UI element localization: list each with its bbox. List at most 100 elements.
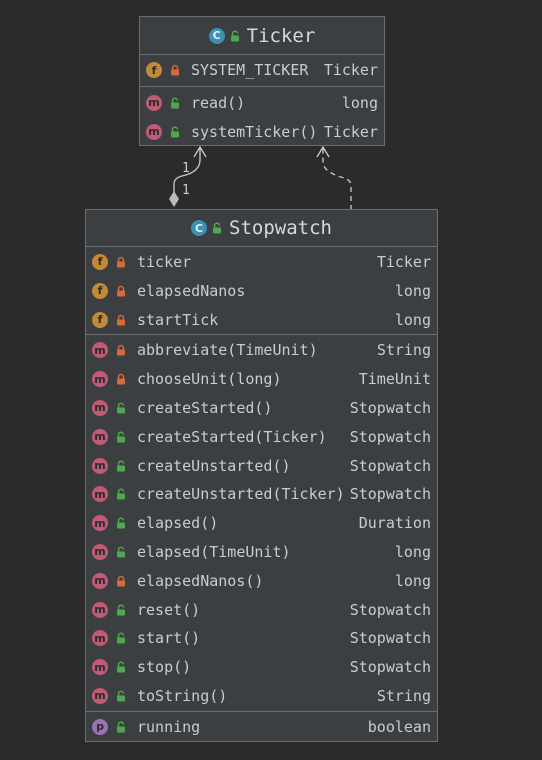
multiplicity-bottom: 1 bbox=[182, 183, 190, 198]
method-icon: m bbox=[92, 371, 108, 388]
public-lock-icon bbox=[115, 431, 127, 443]
member-name: elapsed() bbox=[137, 514, 219, 533]
member-name: elapsedNanos bbox=[137, 281, 246, 300]
member-type: String bbox=[376, 686, 431, 705]
class-icon: C bbox=[191, 220, 208, 236]
public-lock-icon bbox=[115, 517, 127, 529]
method-row[interactable]: m toString() String bbox=[86, 682, 437, 711]
method-row[interactable]: m createStarted(Ticker) Stopwatch bbox=[86, 422, 437, 451]
public-lock-icon bbox=[115, 690, 127, 702]
private-lock-icon bbox=[115, 373, 127, 385]
field-row[interactable]: f ticker Ticker bbox=[86, 247, 437, 276]
public-lock-icon bbox=[169, 126, 181, 138]
method-icon: m bbox=[146, 123, 162, 140]
method-icon: m bbox=[92, 601, 108, 618]
field-row[interactable]: f SYSTEM_TICKER Ticker bbox=[140, 55, 384, 85]
method-row[interactable]: m stop() Stopwatch bbox=[86, 653, 437, 682]
member-type: TimeUnit bbox=[358, 370, 431, 389]
member-name: createUnstarted() bbox=[137, 456, 291, 475]
method-icon: m bbox=[92, 486, 108, 503]
member-type: long bbox=[341, 93, 378, 112]
method-row[interactable]: m chooseUnit(long) TimeUnit bbox=[86, 365, 437, 394]
member-type: long bbox=[394, 310, 431, 329]
public-lock-icon bbox=[229, 30, 241, 42]
member-kind-letter: f bbox=[97, 284, 103, 297]
member-kind-letter: m bbox=[94, 372, 106, 386]
member-type: Ticker bbox=[376, 252, 431, 271]
stopwatch-class-title: Stopwatch bbox=[229, 217, 332, 239]
method-row[interactable]: m read() long bbox=[140, 88, 384, 117]
member-name: chooseUnit(long) bbox=[137, 370, 282, 389]
member-name: createStarted() bbox=[137, 398, 273, 417]
member-name: abbreviate(TimeUnit) bbox=[137, 341, 318, 360]
member-type: Stopwatch bbox=[349, 427, 431, 446]
private-lock-icon bbox=[115, 256, 127, 268]
ticker-fields-section: f SYSTEM_TICKER Ticker bbox=[140, 55, 384, 87]
method-row[interactable]: m elapsedNanos() long bbox=[86, 566, 437, 595]
member-name: toString() bbox=[137, 686, 228, 705]
private-lock-icon bbox=[115, 285, 127, 297]
field-icon: f bbox=[92, 282, 108, 299]
ticker-class-header[interactable]: C Ticker bbox=[140, 17, 384, 55]
member-type: Stopwatch bbox=[349, 658, 431, 677]
method-icon: m bbox=[146, 94, 162, 111]
member-kind-letter: m bbox=[94, 660, 106, 674]
ticker-class-box[interactable]: C Ticker f SYSTEM_TICKER Ticker m read() lon… bbox=[139, 16, 385, 146]
public-lock-icon bbox=[115, 402, 127, 414]
method-row[interactable]: m abbreviate(TimeUnit) String bbox=[86, 336, 437, 365]
method-row[interactable]: m createStarted() Stopwatch bbox=[86, 394, 437, 423]
private-lock-icon bbox=[169, 64, 181, 76]
member-type: Duration bbox=[358, 514, 431, 533]
member-name: createStarted(Ticker) bbox=[137, 427, 327, 446]
property-row[interactable]: p running boolean bbox=[86, 712, 437, 741]
method-row[interactable]: m createUnstarted() Stopwatch bbox=[86, 451, 437, 480]
field-icon: f bbox=[92, 311, 108, 328]
member-type: Stopwatch bbox=[349, 600, 431, 619]
member-name: stop() bbox=[137, 658, 192, 677]
ticker-class-title: Ticker bbox=[246, 24, 316, 47]
member-kind-letter: m bbox=[94, 343, 106, 357]
method-icon: m bbox=[92, 543, 108, 560]
method-row[interactable]: m elapsed(TimeUnit) long bbox=[86, 538, 437, 567]
member-kind-letter: m bbox=[94, 631, 106, 645]
method-row[interactable]: m createUnstarted(Ticker) Stopwatch bbox=[86, 480, 437, 509]
multiplicity-top: 1 bbox=[182, 161, 190, 176]
member-type: Stopwatch bbox=[349, 398, 431, 417]
member-kind-letter: m bbox=[94, 401, 106, 415]
method-row[interactable]: m reset() Stopwatch bbox=[86, 595, 437, 624]
method-icon: m bbox=[92, 515, 108, 532]
member-name: elapsed(TimeUnit) bbox=[137, 542, 291, 561]
member-kind-letter: f bbox=[151, 63, 157, 77]
member-kind-letter: m bbox=[94, 430, 106, 444]
method-row[interactable]: m systemTicker() Ticker bbox=[140, 117, 384, 146]
ticker-methods-section: m read() long m systemTicker() Ticker bbox=[140, 87, 384, 147]
stopwatch-fields-section: f ticker Ticker f elapsedNanos long f startTick… bbox=[86, 247, 437, 335]
method-icon: m bbox=[92, 399, 108, 416]
member-name: running bbox=[137, 717, 201, 736]
member-kind-letter: m bbox=[148, 96, 160, 109]
public-lock-icon bbox=[115, 546, 127, 558]
method-icon: m bbox=[92, 572, 108, 589]
member-name: SYSTEM_TICKER bbox=[191, 61, 309, 79]
method-row[interactable]: m elapsed() Duration bbox=[86, 509, 437, 538]
stopwatch-class-box[interactable]: C Stopwatch f ticker Ticker f elapsedNanos lo… bbox=[85, 209, 438, 742]
member-name: ticker bbox=[137, 252, 192, 271]
member-name: reset() bbox=[137, 600, 201, 619]
member-kind-letter: m bbox=[94, 603, 106, 617]
public-lock-icon bbox=[211, 222, 223, 234]
member-type: long bbox=[394, 542, 431, 561]
method-row[interactable]: m start() Stopwatch bbox=[86, 624, 437, 653]
member-name: startTick bbox=[137, 310, 219, 329]
member-type: String bbox=[376, 341, 431, 360]
member-type: Stopwatch bbox=[349, 456, 431, 475]
stopwatch-methods-section: m abbreviate(TimeUnit) String m chooseUnit(l… bbox=[86, 335, 437, 713]
field-row[interactable]: f startTick long bbox=[86, 305, 437, 334]
member-type: Ticker bbox=[323, 61, 378, 79]
member-type: long bbox=[394, 571, 431, 590]
public-lock-icon bbox=[115, 460, 127, 472]
field-row[interactable]: f elapsedNanos long bbox=[86, 276, 437, 305]
method-icon: m bbox=[92, 687, 108, 704]
method-icon: m bbox=[92, 428, 108, 445]
stopwatch-class-header[interactable]: C Stopwatch bbox=[86, 210, 437, 247]
field-icon: f bbox=[92, 253, 108, 270]
